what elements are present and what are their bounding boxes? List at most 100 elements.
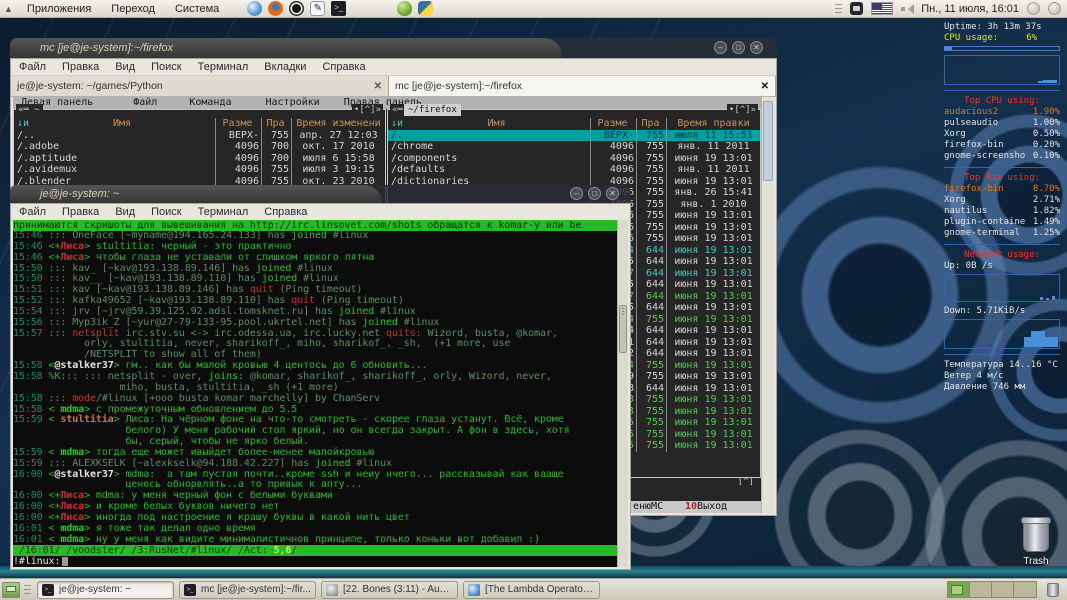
tray-handle-icon[interactable] bbox=[835, 4, 842, 13]
file-row[interactable]: /..ВЕРХ-755июля 11 15:51 bbox=[388, 130, 760, 142]
irc-menu-item[interactable]: Файл bbox=[11, 206, 54, 218]
browser2-launcher-icon[interactable] bbox=[268, 1, 283, 16]
mc-keybar-exit[interactable]: 10Выход bbox=[685, 501, 727, 513]
irc-menu-item[interactable]: Справка bbox=[256, 206, 315, 218]
file-row[interactable]: /.aptitude4096700июля 6 15:58 bbox=[14, 153, 385, 165]
task-button[interactable]: >_je@je-system: ~ bbox=[37, 581, 174, 599]
eject-icon[interactable]: ▲ bbox=[0, 4, 17, 14]
mc-menu-item[interactable]: Правка bbox=[54, 61, 107, 73]
mc-menu-item[interactable]: Файл bbox=[11, 61, 54, 73]
show-desktop-button[interactable] bbox=[2, 582, 20, 598]
file-size: 4096 bbox=[215, 153, 261, 165]
minimize-icon[interactable]: – bbox=[570, 187, 583, 200]
irc-menu-item[interactable]: Правка bbox=[54, 206, 107, 218]
mc-menu-item[interactable]: Вкладки bbox=[256, 61, 314, 73]
file-name: /components bbox=[388, 153, 590, 165]
file-perm: 755 bbox=[636, 222, 666, 234]
browser-launcher-icon[interactable] bbox=[247, 1, 262, 16]
lock-screen-icon[interactable] bbox=[1027, 2, 1040, 15]
header-size-col[interactable]: Разме bbox=[215, 118, 261, 130]
file-row[interactable]: /..ВЕРХ-755апр. 27 12:03 bbox=[14, 130, 385, 142]
irc-titlebar-tab[interactable]: je@je-system: ~ bbox=[10, 185, 382, 203]
workspace-pager[interactable] bbox=[947, 581, 1037, 598]
irc-terminal-screen[interactable]: принимаются скришоты для вывешивания на … bbox=[13, 220, 617, 567]
close-icon[interactable]: ✕ bbox=[606, 187, 619, 200]
panel-clock[interactable]: Пн., 11 июля, 16:01 bbox=[921, 3, 1019, 15]
file-row[interactable]: /.avidemux4096755июля 3 19:15 bbox=[14, 164, 385, 176]
audacious-icon bbox=[326, 584, 338, 596]
file-mtime: июня 19 13:01 bbox=[666, 360, 760, 372]
tab-close-icon[interactable]: ✕ bbox=[761, 81, 769, 92]
maximize-icon[interactable]: □ bbox=[732, 41, 745, 54]
mc-menu-item[interactable]: Терминал bbox=[190, 61, 257, 73]
irc-menu-item[interactable]: Терминал bbox=[190, 206, 257, 218]
workspace-4[interactable] bbox=[1014, 582, 1036, 597]
mc-panel-path[interactable]: ~ bbox=[30, 104, 43, 116]
file-row[interactable]: /.adobe4096700окт. 17 2010 bbox=[14, 141, 385, 153]
minimize-icon[interactable]: – bbox=[714, 41, 727, 54]
frame-deco-left: «═ bbox=[16, 104, 31, 116]
file-perm: 644 bbox=[636, 256, 666, 268]
tab-close-icon[interactable]: ✕ bbox=[374, 81, 382, 92]
header-time-col[interactable]: Время изменени bbox=[291, 118, 385, 130]
power-icon[interactable] bbox=[1048, 2, 1061, 15]
workspace-3[interactable] bbox=[992, 582, 1014, 597]
apple-icon[interactable] bbox=[397, 1, 412, 16]
file-name: /.aptitude bbox=[14, 153, 215, 165]
workspace-1[interactable] bbox=[948, 582, 970, 597]
tray-app-icon[interactable] bbox=[850, 2, 863, 15]
irc-input-line[interactable]: !#linux: bbox=[13, 556, 617, 567]
conky-monitor: Uptime: 3h 13m 37s CPU usage:6% Top CPU … bbox=[944, 22, 1060, 393]
task-button[interactable]: >_mc [je@je-system]:~/fir... bbox=[179, 581, 316, 599]
header-name-col[interactable]: ↓иИмя bbox=[388, 118, 590, 130]
panel-menu-Система[interactable]: Система bbox=[165, 0, 229, 18]
media-launcher-icon[interactable] bbox=[289, 1, 304, 16]
irc-menu-item[interactable]: Поиск bbox=[143, 206, 189, 218]
conky-process-row: gnome-screensho0.10% bbox=[944, 151, 1060, 162]
irc-scrollbar-thumb[interactable] bbox=[619, 305, 627, 353]
python-icon[interactable] bbox=[418, 1, 433, 16]
mc-scrollbar-thumb[interactable] bbox=[763, 101, 773, 181]
taskbar-handle-icon bbox=[24, 585, 31, 594]
header-perm-col[interactable]: Пра bbox=[636, 118, 666, 130]
file-row[interactable]: /defaults4096755янв. 11 2011 bbox=[388, 164, 760, 176]
workspace-2[interactable] bbox=[970, 582, 992, 597]
trash-icon[interactable] bbox=[1023, 520, 1049, 552]
task-button[interactable]: [The Lambda Operator - ... bbox=[463, 581, 600, 599]
task-buttons: >_je@je-system: ~ >_mc [je@je-system]:~/f… bbox=[37, 581, 605, 599]
file-perm: 755 bbox=[636, 233, 666, 245]
mc-menu-item[interactable]: Поиск bbox=[143, 61, 189, 73]
irc-scrollbar[interactable] bbox=[617, 220, 628, 567]
mc-panel-frame: «═~/firefox•[^]» bbox=[388, 104, 760, 116]
tab-games-python[interactable]: je@je-system: ~/games/Python ✕ bbox=[11, 76, 389, 96]
file-mtime: июня 19 13:01 bbox=[666, 394, 760, 406]
header-time-col[interactable]: Время правки bbox=[666, 118, 760, 130]
panel-menu-Приложения[interactable]: Приложения bbox=[17, 0, 101, 18]
editor-launcher-icon[interactable]: ✎ bbox=[310, 1, 325, 16]
mc-keybar-menu[interactable]: енюМС bbox=[633, 501, 663, 513]
taskbar-trash-icon[interactable] bbox=[1047, 583, 1059, 597]
panel-menu-Переход[interactable]: Переход bbox=[101, 0, 165, 18]
mc-panel-path[interactable]: ~/firefox bbox=[404, 104, 461, 116]
file-mtime: июня 19 13:01 bbox=[666, 406, 760, 418]
mc-titlebar-tab[interactable]: mc [je@je-system]:~/firefox bbox=[10, 38, 562, 58]
volume-icon[interactable] bbox=[901, 4, 913, 14]
tab-mc-firefox[interactable]: mc [je@je-system]:~/firefox ✕ bbox=[389, 76, 776, 96]
close-icon[interactable]: ✕ bbox=[750, 41, 763, 54]
file-row[interactable]: /components4096755июня 19 13:01 bbox=[388, 153, 760, 165]
file-row[interactable]: /chrome4096755янв. 11 2011 bbox=[388, 141, 760, 153]
terminal-launcher-icon[interactable]: >_ bbox=[331, 1, 346, 16]
file-mtime: июня 19 13:01 bbox=[666, 245, 760, 257]
maximize-icon[interactable]: □ bbox=[588, 187, 601, 200]
header-size-col[interactable]: Разме bbox=[590, 118, 636, 130]
conky-top-cpu-list: audacious21.90%pulseaudio1.00%Xorg0.50%f… bbox=[944, 107, 1060, 162]
mc-menu-item[interactable]: Справка bbox=[314, 61, 373, 73]
header-perm-col[interactable]: Пра bbox=[261, 118, 291, 130]
mc-scrollbar[interactable] bbox=[761, 97, 774, 513]
irc-menu-item[interactable]: Вид bbox=[107, 206, 143, 218]
task-button[interactable]: [22. Bones (3:11) - Auda... bbox=[321, 581, 458, 599]
header-name-col[interactable]: ↓иИмя bbox=[14, 118, 215, 130]
keyboard-layout-flag-icon[interactable] bbox=[871, 2, 893, 15]
mc-menu-item[interactable]: Вид bbox=[107, 61, 143, 73]
trash-desktop-icon[interactable]: Trash bbox=[1006, 520, 1066, 567]
